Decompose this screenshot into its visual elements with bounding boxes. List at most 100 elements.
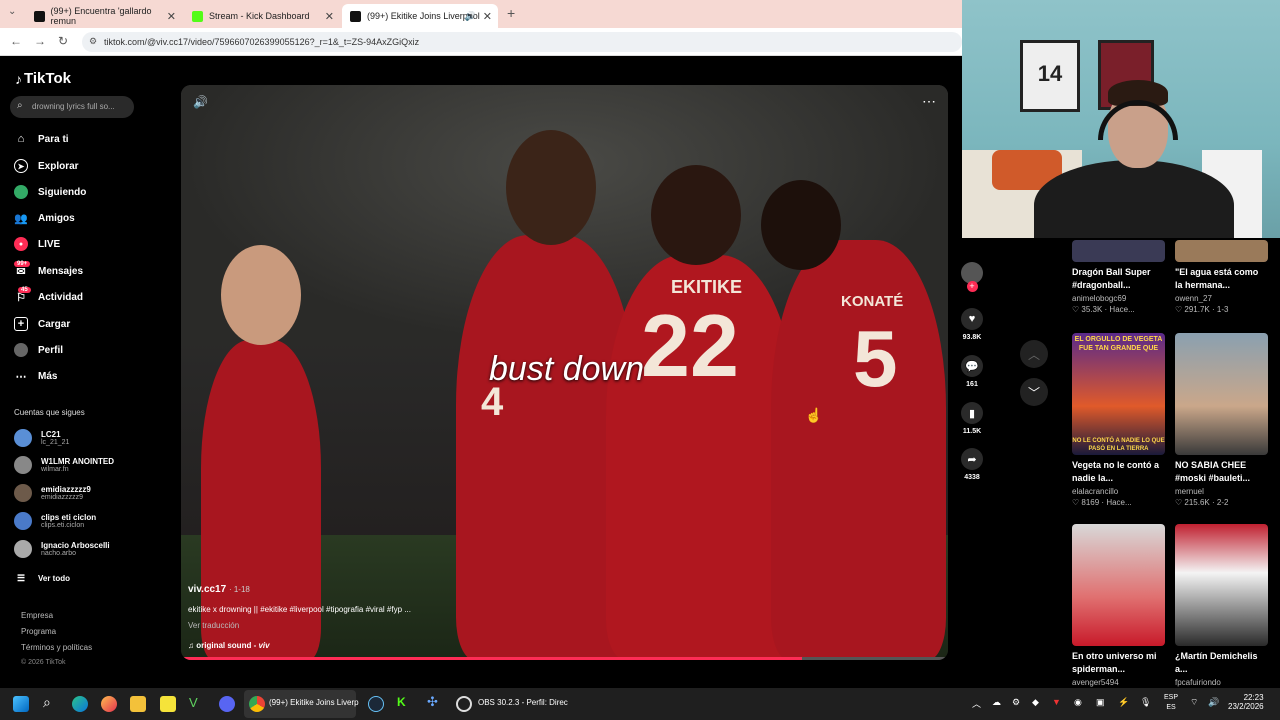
reload-icon[interactable]: ↻ [58,34,68,48]
video-progress-bar[interactable] [181,657,948,660]
share-button[interactable]: ➦ 4338 [961,448,983,481]
discord-icon[interactable] [219,696,235,712]
obs-icon[interactable] [456,696,472,712]
tray-icon[interactable]: ▼ [1052,697,1061,707]
following-handle: nacho.arbo [41,550,77,557]
vtube-icon[interactable]: V [189,695,205,711]
following-item[interactable]: Ignacio Arboscelli nacho.arbo [14,537,110,561]
tab-2[interactable]: Stream - Kick Dashboard ✕ [184,4,340,28]
tab-1[interactable]: (99+) Encuentra 'gallardo remun ✕ [26,4,182,28]
recommended-card[interactable]: Dragón Ball Super #dragonball... animelo… [1072,240,1165,314]
tab-3[interactable]: (99+) Ekitike Joins Liverpool 🔊 ✕ [342,4,498,28]
previous-video-button[interactable]: ︿ [1020,340,1048,368]
following-item[interactable]: clips eti ciclon clips.eti.ciclon [14,509,96,533]
url-field[interactable]: ⚙ tiktok.com/@viv.cc17/video/75966070263… [82,32,962,52]
tray-icon[interactable]: ⚡ [1118,697,1129,708]
music-icon: ♫ [188,641,194,650]
chrome-taskbar-button[interactable]: (99+) Ekitike Joins Liverp [244,690,359,718]
forward-icon[interactable]: → [34,34,46,48]
nav-explorar[interactable]: ➤ Explorar [14,157,79,175]
video-thumbnail [1072,524,1165,646]
volume-icon[interactable]: 🔊 [193,95,208,109]
card-title: ¿Martín Demichelis a... [1175,651,1258,674]
nav-mas[interactable]: ⋯ Más [14,367,58,385]
clock[interactable]: 22:23 23/2/2026 [1228,693,1264,711]
tray-icon[interactable]: ⚙ [1012,697,1020,708]
bookmark-icon: ▮ [961,402,983,424]
search-input[interactable]: ⌕ drowning lyrics full so... [10,96,134,118]
tray-icon[interactable]: ▣ [1096,697,1105,708]
following-item[interactable]: emidiazzzzz9 emidiazzzzz9 [14,481,91,505]
windows-start-icon[interactable] [13,696,29,712]
nav-label: Mensajes [38,265,84,277]
recommended-card[interactable]: EL ORGULLO DE VEGETA FUE TAN GRANDE QUE … [1072,333,1165,507]
footer-empresa[interactable]: Empresa [21,611,53,620]
firefox-icon[interactable] [101,696,117,712]
close-icon[interactable]: ✕ [325,10,334,23]
chevron-down-icon: ﹀ [1027,385,1040,400]
translate-link[interactable]: Ver traducción [188,621,239,630]
heart-icon: ♡ [1175,498,1185,507]
nav-label: Siguiendo [38,186,87,198]
creator-avatar[interactable]: + [961,262,983,292]
app-icon[interactable]: ✣ [427,694,443,710]
nav-cargar[interactable]: + Cargar [14,315,70,333]
sound-link[interactable]: ♫ original sound - viv [188,641,270,650]
video-author[interactable]: viv.cc17 · 1-18 [188,584,250,595]
notes-icon[interactable] [160,696,176,712]
file-explorer-icon[interactable] [130,696,146,712]
recommended-card[interactable]: En otro universo mi spiderman... avenger… [1072,524,1165,687]
language-indicator[interactable]: ESP ES [1164,693,1178,713]
bookmark-count: 11.5K [962,428,982,435]
address-bar: ← → ↻ ⚙ tiktok.com/@viv.cc17/video/75966… [0,28,962,56]
edge-icon[interactable] [72,696,88,712]
steam-icon[interactable] [368,696,384,712]
nav-siguiendo[interactable]: Siguiendo [14,183,86,201]
friends-icon: 👥 [14,212,28,225]
bookmark-button[interactable]: ▮ 11.5K [961,402,983,435]
tab-list-icon[interactable]: ⌄ [8,6,16,17]
obs-label[interactable]: OBS 30.2.3 - Perfil: Direc [478,698,568,707]
recommended-card[interactable]: ¿Martín Demichelis a... fpcafuiriondo [1175,524,1268,687]
more-options-icon[interactable]: ⋯ [922,93,936,110]
recommended-card[interactable]: NO SABIA CHEE #moski #bauleti... mernuel… [1175,333,1268,507]
chevron-up-icon[interactable]: ︿ [972,697,981,710]
tiktok-logo[interactable]: ♪ TikTok [15,70,71,87]
nav-amigos[interactable]: 👥 Amigos [14,209,75,227]
like-button[interactable]: ♥ 93.8K [961,308,983,341]
video-player[interactable]: EKITIKE 22 KONATÉ 5 4 🔊 ⋯ bust down viv.… [181,85,948,660]
wifi-icon[interactable]: ⌔ [1190,697,1198,708]
new-tab-button[interactable]: + [507,5,515,21]
microphone-icon[interactable]: 🎙 [1140,697,1151,708]
nav-label: LIVE [38,238,61,250]
close-icon[interactable]: ✕ [167,10,176,23]
following-item[interactable]: LC21 lc_21_21 [14,426,69,450]
recommended-card[interactable]: "El agua está como la hermana... owenn_2… [1175,240,1268,314]
search-icon[interactable]: ⌕ [43,694,59,710]
card-title: "El agua está como la hermana... [1175,267,1259,290]
footer-programa[interactable]: Programa [21,627,56,636]
clock-date: 23/2/2026 [1228,702,1264,711]
footer-terminos[interactable]: Términos y políticas [21,643,92,652]
site-info-icon[interactable]: ⚙ [89,36,97,47]
network-icon[interactable]: ☁ [992,697,1001,708]
comment-button[interactable]: 💬 161 [961,355,983,388]
tray-icon[interactable]: ◆ [1032,697,1039,708]
kick-icon[interactable]: K [397,695,413,711]
back-icon[interactable]: ← [10,34,22,48]
next-video-button[interactable]: ﹀ [1020,378,1048,406]
nav-para-ti[interactable]: ⌂ Para ti [14,130,69,148]
volume-icon[interactable]: 🔊 [1208,697,1219,708]
following-name: W1LMR ANOINTED [41,457,115,466]
tiktok-favicon-icon [350,10,361,22]
see-all-button[interactable]: ☰ Ver todo [14,569,70,587]
close-icon[interactable]: ✕ [483,10,492,23]
following-name: LC21 [41,430,61,439]
tray-icon[interactable]: ◉ [1074,697,1082,708]
nav-perfil[interactable]: Perfil [14,341,63,359]
heart-icon: ♡ [1175,305,1185,314]
nav-live[interactable]: ● LIVE [14,235,60,253]
follow-plus-icon[interactable]: + [966,281,978,292]
following-item[interactable]: W1LMR ANOINTED wilmar.fn [14,453,114,477]
speaker-icon[interactable]: 🔊 [465,11,476,22]
